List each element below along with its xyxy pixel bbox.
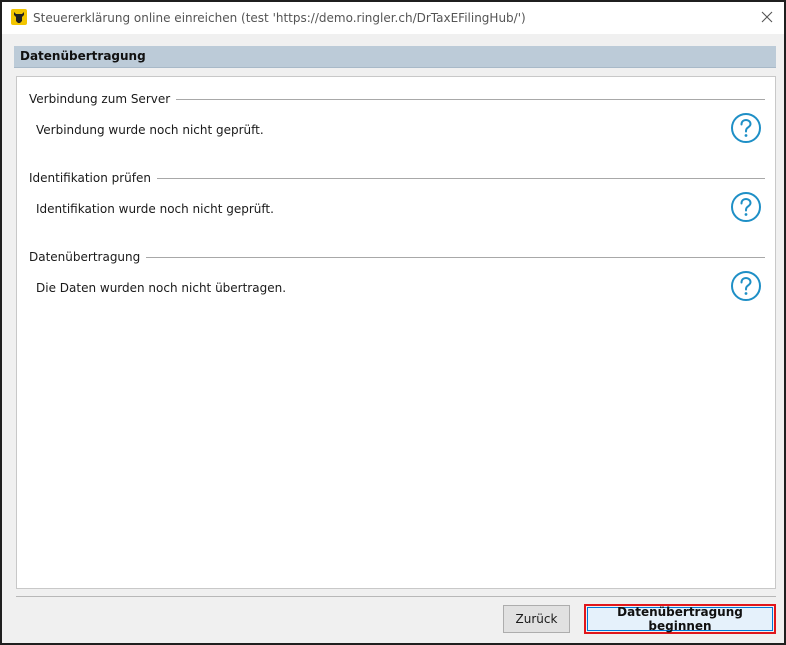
section-divider [157,99,765,100]
section-title: Verbindung zum Server [29,92,177,106]
start-transfer-button[interactable]: Datenübertragung beginnen [587,605,773,633]
section-title: Datenübertragung [29,250,147,264]
dialog-window: Steuererklärung online einreichen (test … [0,0,786,645]
section-identification: Identifikation prüfen Identifikation wur… [17,171,777,241]
page-header: Datenübertragung [14,46,776,68]
question-circle-icon[interactable] [730,112,762,144]
section-status: Identifikation wurde noch nicht geprüft. [36,202,274,216]
section-title: Identifikation prüfen [29,171,158,185]
window-title: Steuererklärung online einreichen (test … [33,11,526,25]
section-divider [131,257,765,258]
bull-logo-icon [11,9,27,25]
section-status: Verbindung wurde noch nicht geprüft. [36,123,264,137]
title-bar: Steuererklärung online einreichen (test … [2,2,784,34]
question-circle-icon[interactable] [730,270,762,302]
section-status: Die Daten wurden noch nicht übertragen. [36,281,287,295]
close-icon [761,11,773,26]
section-data-transfer: Datenübertragung Die Daten wurden noch n… [17,250,777,320]
content-panel: Verbindung zum Server Verbindung wurde n… [16,76,776,589]
close-button[interactable] [756,7,778,29]
footer-divider [16,596,776,597]
question-circle-icon[interactable] [730,191,762,223]
page-title: Datenübertragung [20,49,146,63]
back-button[interactable]: Zurück [503,605,570,633]
section-server-connection: Verbindung zum Server Verbindung wurde n… [17,92,777,162]
section-divider [143,178,765,179]
